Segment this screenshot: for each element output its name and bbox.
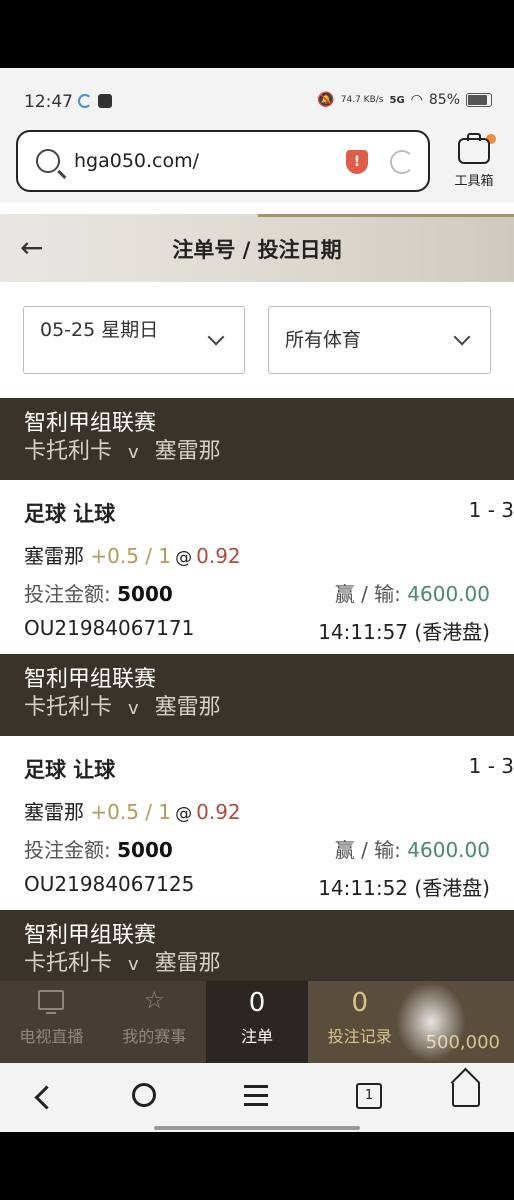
tab-label: 我的赛事 [122, 1027, 187, 1046]
header-accent-line [258, 214, 514, 217]
win-row: 赢 / 输: 4600.00 [335, 578, 490, 607]
search-icon [36, 149, 60, 173]
bet-type: 足球 让球 [24, 758, 116, 782]
reload-icon[interactable] [390, 150, 414, 174]
stake-label: 投注金额: [24, 838, 111, 862]
screen: 12:47 🔕 74.7 KB/s 5G ◠ 85% hga050.com/ !… [0, 68, 514, 1132]
odds-value: 0.92 [196, 544, 241, 568]
gesture-bar [154, 1126, 360, 1130]
match-teams: 卡托利卡 v 塞雷那 [24, 950, 514, 979]
away-team: 塞雷那 [154, 951, 221, 976]
tab-label: 注单 [240, 1027, 273, 1046]
league-name: 智利甲组联赛 [24, 923, 157, 948]
bet-time: 14:11:52 (香港盘) [318, 876, 490, 900]
tab-live-tv[interactable]: 电视直播 [0, 981, 103, 1063]
battery-icon [466, 93, 492, 107]
match-teams: 卡托利卡 v 塞雷那 [24, 438, 514, 467]
net-speed: 74.7 KB/s [340, 94, 384, 105]
bet-type: 足球 让球 [24, 502, 116, 526]
vs-label: v [128, 954, 139, 975]
selected-team: 塞雷那 [24, 800, 84, 824]
toolbox-icon [458, 133, 490, 164]
sport-select[interactable]: 所有体育 [268, 306, 491, 374]
home-icon[interactable] [452, 1083, 480, 1107]
bet-selection: 塞雷那 +0.5 / 1 @0.92 [24, 796, 490, 825]
tab-my-events[interactable]: ☆ 我的赛事 [103, 981, 206, 1063]
shield-warning-icon[interactable]: ! [346, 150, 368, 174]
tab-label: 电视直播 [19, 1027, 84, 1046]
chevron-down-icon [207, 328, 225, 346]
page-header: ← 注单号 / 投注日期 [0, 214, 514, 282]
date-select[interactable]: 05-25 星期日 [23, 306, 245, 374]
url-text[interactable]: hga050.com/ [74, 150, 199, 172]
back-icon[interactable] [34, 1085, 59, 1110]
mute-icon: 🔕 [317, 92, 335, 108]
at-symbol: @ [175, 548, 193, 568]
bet-selection: 塞雷那 +0.5 / 1 @0.92 [24, 540, 490, 569]
odds-value: 0.92 [196, 800, 241, 824]
toolbox-label: 工具箱 [454, 174, 494, 189]
vs-label: v [128, 698, 139, 719]
home-team: 卡托利卡 [24, 695, 113, 720]
win-value: 4600.00 [407, 838, 490, 862]
menu-icon[interactable] [244, 1085, 268, 1088]
bet-time: 14:11:57 (香港盘) [318, 620, 490, 644]
star-icon: ☆ [143, 986, 165, 1014]
win-row: 赢 / 输: 4600.00 [335, 834, 490, 863]
stake-value: 5000 [117, 582, 173, 606]
tab-bet-slip[interactable]: 0 注单 [205, 981, 309, 1063]
at-symbol: @ [175, 804, 193, 824]
win-label: 赢 / 输: [334, 582, 401, 606]
filters: 05-25 星期日 所有体育 [0, 306, 514, 376]
home-team: 卡托利卡 [24, 951, 113, 976]
stake-label: 投注金额: [24, 582, 111, 606]
home-team: 卡托利卡 [24, 439, 113, 464]
league-name: 智利甲组联赛 [24, 667, 157, 692]
touch-glow [396, 982, 466, 1062]
bet-list: 智利甲组联赛 卡托利卡 v 塞雷那 足球 让球 1 - 3 塞雷那 +0.5 / 1… [0, 398, 514, 992]
wifi-icon: ◠ [410, 92, 423, 108]
system-nav-bar: 1 [0, 1063, 514, 1132]
status-bar: 12:47 🔕 74.7 KB/s 5G ◠ 85% [0, 68, 514, 130]
address-bar[interactable]: hga050.com/ ! [16, 130, 430, 192]
bet-card[interactable]: 足球 让球 1 - 3 塞雷那 +0.5 / 1 @0.92 投注金额: 5000… [0, 480, 514, 654]
bet-score: 1 - 3 [468, 754, 514, 778]
bet-card[interactable]: 足球 让球 1 - 3 塞雷那 +0.5 / 1 @0.92 投注金额: 5000… [0, 736, 514, 910]
away-team: 塞雷那 [154, 695, 221, 720]
away-team: 塞雷那 [154, 439, 221, 464]
message-icon [98, 94, 112, 108]
sport-select-value: 所有体育 [285, 329, 362, 351]
league-header: 智利甲组联赛 卡托利卡 v 塞雷那 [0, 910, 514, 992]
network-label: 5G [389, 94, 405, 106]
tabs-icon[interactable]: 1 [356, 1083, 382, 1109]
sync-icon [78, 94, 92, 108]
match-teams: 卡托利卡 v 塞雷那 [24, 694, 514, 723]
handicap-line: +0.5 / 1 [90, 544, 172, 568]
win-label: 赢 / 输: [334, 838, 401, 862]
status-right: 🔕 74.7 KB/s 5G ◠ 85% [317, 92, 492, 108]
toolbox-button[interactable]: 工具箱 [446, 133, 502, 189]
status-time: 12:47 [24, 92, 73, 112]
battery-percent: 85% [428, 92, 460, 108]
chevron-down-icon [453, 328, 471, 346]
league-header: 智利甲组联赛 卡托利卡 v 塞雷那 [0, 398, 514, 480]
vs-label: v [128, 442, 139, 463]
browser-bar: hga050.com/ ! 工具箱 [0, 130, 514, 202]
search-icon[interactable] [132, 1083, 156, 1107]
league-name: 智利甲组联赛 [24, 411, 157, 436]
handicap-line: +0.5 / 1 [90, 800, 172, 824]
stake-value: 5000 [117, 838, 173, 862]
tv-icon [38, 990, 65, 1014]
date-select-value: 05-25 星期日 [40, 319, 159, 341]
page-title: 注单号 / 投注日期 [172, 238, 342, 262]
bet-slip-count: 0 [248, 988, 266, 1018]
win-value: 4600.00 [407, 582, 490, 606]
league-header: 智利甲组联赛 卡托利卡 v 塞雷那 [0, 654, 514, 736]
selected-team: 塞雷那 [24, 544, 84, 568]
bet-score: 1 - 3 [468, 498, 514, 522]
